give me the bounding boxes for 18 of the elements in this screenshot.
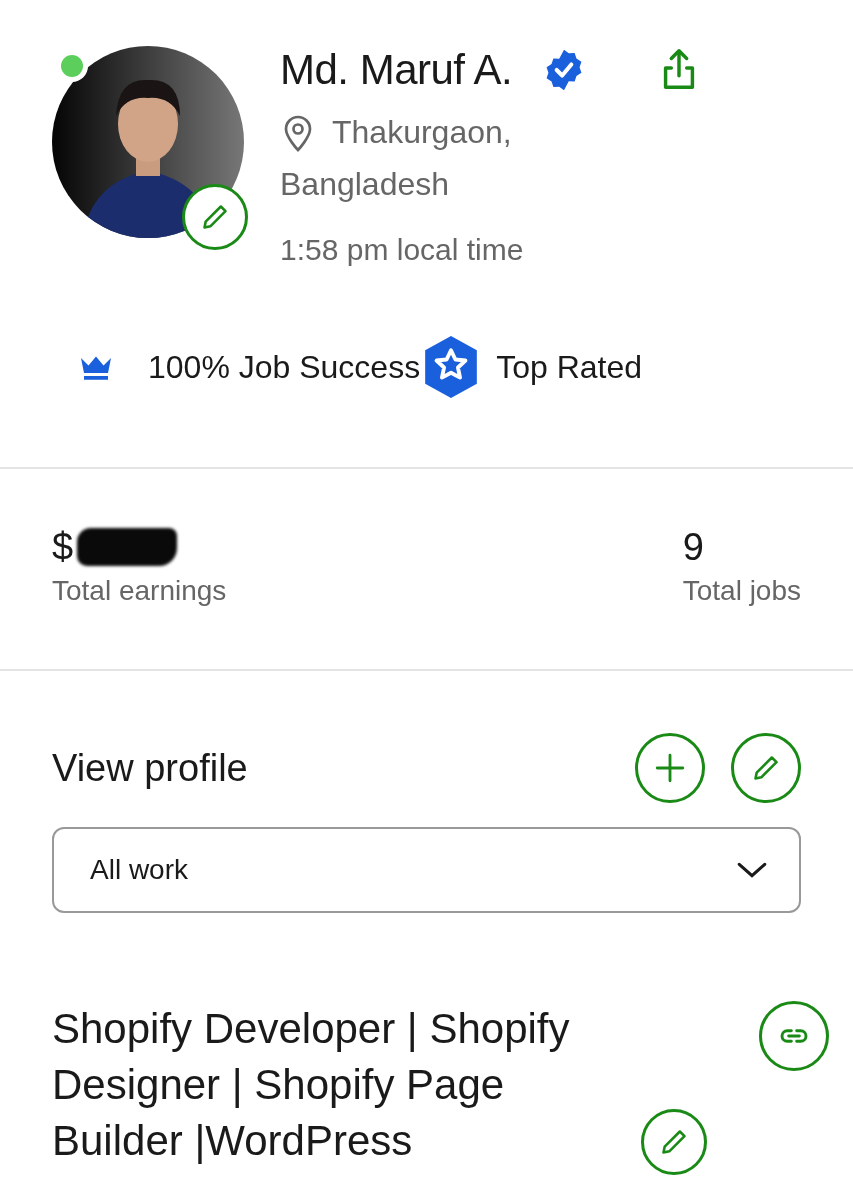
profile-name: Md. Maruf A. bbox=[280, 46, 513, 94]
stat-value: 9 bbox=[682, 525, 704, 569]
badge-label: Top Rated bbox=[496, 348, 643, 386]
stat-label: Total jobs bbox=[682, 575, 801, 607]
stat-label: Total earnings bbox=[52, 575, 227, 607]
pencil-icon bbox=[752, 754, 780, 782]
work-filter-dropdown[interactable]: All work bbox=[52, 827, 801, 913]
section-title: View profile bbox=[52, 746, 249, 790]
local-time: 1:58 pm local time bbox=[280, 233, 525, 267]
profile-headline: Shopify Developer | Shopify Designer | Shopify Page Builder |WordPress bbox=[52, 1004, 571, 1166]
badge-label: 100% Job Success bbox=[148, 348, 421, 386]
location-country: Bangladesh bbox=[280, 166, 451, 203]
location-city: Thakurgaon, bbox=[332, 113, 512, 151]
plus-icon bbox=[653, 751, 687, 785]
pencil-icon bbox=[660, 1128, 688, 1156]
pencil-icon bbox=[201, 203, 229, 231]
stat-value: $ bbox=[52, 525, 74, 569]
chevron-down-icon bbox=[735, 860, 769, 880]
